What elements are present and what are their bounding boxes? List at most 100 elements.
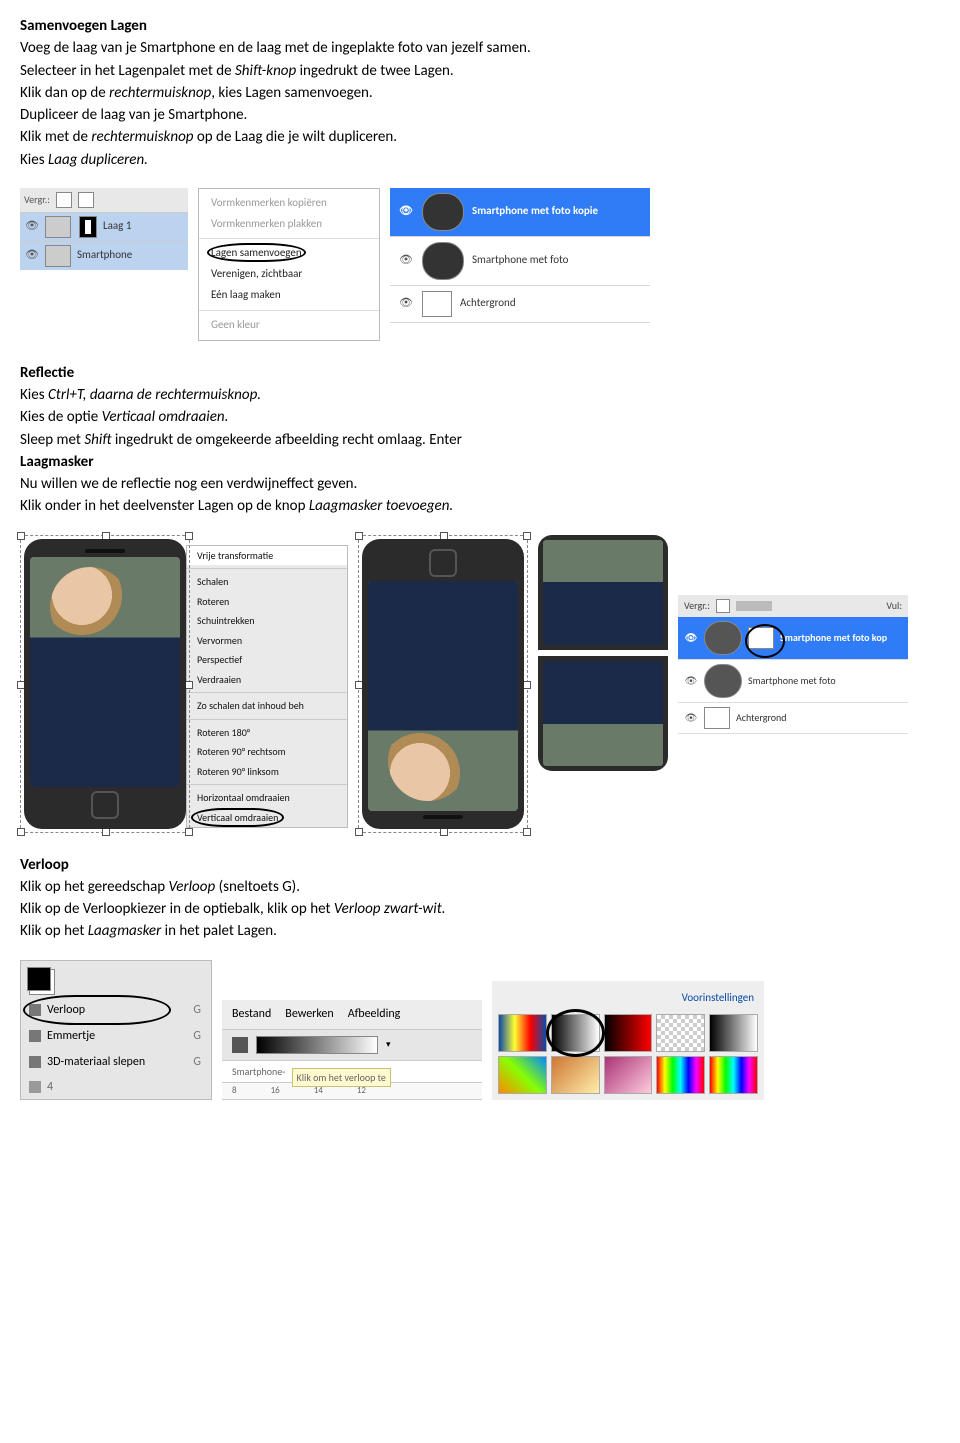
layers-panel-large: 👁 Smartphone met foto kopie 👁 Smartphone… — [390, 188, 650, 323]
eye-icon[interactable]: 👁 — [684, 631, 698, 645]
gradient-swatch[interactable] — [498, 1056, 547, 1094]
text: Klik op het Laagmasker in het palet Lage… — [20, 921, 940, 941]
context-menu-transform: Vrije transformatie Schalen Roteren Schu… — [186, 545, 348, 829]
heading-verloop: Verloop — [20, 855, 940, 875]
text: Kies de optie Verticaal omdraaien. — [20, 407, 940, 427]
text: Selecteer in het Lagenpalet met de Shift… — [20, 61, 940, 81]
layer-thumb — [422, 291, 452, 317]
menu-item[interactable]: Roteren — [187, 592, 347, 612]
shortcut: G — [193, 1002, 201, 1018]
heading-reflectie: Reflectie — [20, 363, 940, 383]
gradient-swatch[interactable] — [551, 1056, 600, 1094]
menu-item[interactable]: Roteren 90° rechtsom — [187, 742, 347, 762]
menu-item[interactable]: Vormkenmerken kopiëren — [199, 193, 379, 214]
eye-icon[interactable]: 👁 — [25, 219, 39, 234]
transform-bounding-box[interactable] — [20, 535, 190, 833]
layer-label: Smartphone met foto kop — [780, 631, 887, 645]
eye-icon[interactable]: 👁 — [398, 253, 414, 268]
tool-bucket[interactable]: Emmertje G — [21, 1023, 211, 1049]
layer-row-kopie[interactable]: 👁 Smartphone met foto kop — [678, 617, 908, 660]
layer-row[interactable]: 👁 Achtergrond — [390, 286, 650, 323]
layer-row[interactable]: 👁 Achtergrond — [678, 703, 908, 734]
transform-bounding-box-flipped[interactable] — [358, 535, 528, 833]
layer-thumb — [704, 621, 742, 655]
menu-item[interactable]: Perspectief — [187, 650, 347, 670]
layer-label: Smartphone met foto — [472, 253, 568, 268]
gradient-swatch[interactable] — [604, 1056, 653, 1094]
tool-gradient[interactable]: Verloop G — [21, 997, 211, 1023]
text: Nu willen we de reflectie nog een verdwi… — [20, 474, 940, 494]
layer-label: Laag 1 — [103, 219, 131, 234]
menu-item[interactable]: Zo schalen dat inhoud beh — [187, 696, 347, 716]
gradient-swatch[interactable] — [709, 1056, 758, 1094]
document-tab[interactable]: Smartphone- — [232, 1065, 285, 1078]
heading-samenvoegen: Samenvoegen Lagen — [20, 16, 940, 36]
menu-afbeelding[interactable]: Afbeelding — [348, 1006, 401, 1022]
checkbox-icon — [78, 192, 94, 208]
menu-item[interactable]: Roteren 180° — [187, 723, 347, 743]
menu-bestand[interactable]: Bestand — [232, 1006, 271, 1022]
menu-item[interactable]: Eén laag maken — [199, 285, 379, 306]
eye-icon[interactable]: 👁 — [25, 248, 39, 263]
layer-row-smartphone[interactable]: 👁 Smartphone — [20, 241, 188, 270]
layer-label: Smartphone met foto — [748, 674, 836, 688]
text: Kies Ctrl+T, daarna de rechtermuisknop. — [20, 385, 940, 405]
menu-bewerken[interactable]: Bewerken — [285, 1006, 333, 1022]
layer-thumb — [422, 193, 464, 231]
layer-row-kopie[interactable]: 👁 Smartphone met foto kopie — [390, 188, 650, 237]
menu-item[interactable]: Verenigen, zichtbaar — [199, 264, 379, 285]
layer-mask-thumb[interactable] — [748, 627, 774, 649]
slider-icon[interactable] — [736, 601, 772, 611]
menu-item[interactable]: Horizontaal omdraaien — [187, 788, 347, 808]
phone-mockup-flipped — [362, 539, 524, 829]
menu-item[interactable]: Vervormen — [187, 631, 347, 651]
layer-label: Achtergrond — [736, 711, 787, 725]
text: Klik onder in het deelvenster Lagen op d… — [20, 496, 940, 516]
tooltip: Klik om het verloop te — [292, 1068, 391, 1087]
text: Voeg de laag van je Smartphone en de laa… — [20, 38, 940, 58]
menu-item[interactable]: Roteren 90° linksom — [187, 762, 347, 782]
tool-below: 4 — [21, 1075, 211, 1099]
gradient-presets-panel: Voorinstellingen — [492, 981, 764, 1100]
tool-3d-material[interactable]: 3D-materiaal slepen G — [21, 1049, 211, 1075]
layer-mask-thumb — [79, 216, 97, 238]
menu-item[interactable]: Schuintrekken — [187, 611, 347, 631]
eye-icon[interactable]: 👁 — [684, 711, 698, 725]
eye-icon[interactable]: 👁 — [684, 674, 698, 688]
gradient-swatch[interactable] — [709, 1014, 758, 1052]
menu-item-flip-vertical[interactable]: Verticaal omdraaien — [187, 808, 347, 828]
eye-icon[interactable]: 👁 — [398, 204, 414, 219]
layer-label: Smartphone met foto kopie — [472, 204, 598, 219]
layer-thumb — [422, 242, 464, 280]
gradient-picker[interactable] — [256, 1036, 378, 1054]
tool-label: Verloop — [47, 1002, 85, 1018]
layers-panel-mask: Vergr.: Vul: 👁 Smartphone met foto kop 👁… — [678, 595, 908, 734]
menu-item-merge-layers[interactable]: Lagen samenvoegen — [199, 243, 379, 264]
menu-item[interactable]: Verdraaien — [187, 670, 347, 690]
text: Klik op het gereedschap Verloop (sneltoe… — [20, 877, 940, 897]
color-swatch-icon[interactable] — [27, 967, 51, 991]
phone-mockup — [24, 539, 186, 829]
menu-item[interactable]: Schalen — [187, 572, 347, 592]
gradient-swatch-black-white[interactable] — [551, 1014, 600, 1052]
gradient-swatch[interactable] — [656, 1056, 705, 1094]
eye-icon[interactable]: 👁 — [398, 296, 414, 311]
menu-item[interactable]: Vrije transformatie — [187, 546, 347, 566]
layer-thumb — [45, 245, 71, 267]
dropdown-arrow-icon[interactable]: ▾ — [386, 1039, 391, 1051]
layer-label: Achtergrond — [460, 296, 516, 311]
gradient-swatch[interactable] — [498, 1014, 547, 1052]
gradient-swatch[interactable] — [604, 1014, 653, 1052]
phone-with-reflection — [538, 535, 668, 771]
panel-title: Voorinstellingen — [498, 987, 758, 1014]
tool-flyout: Verloop G Emmertje G 3D-materiaal slepen… — [20, 960, 212, 1101]
layer-row[interactable]: 👁 Smartphone met foto — [390, 237, 650, 286]
layer-row[interactable]: 👁 Smartphone met foto — [678, 660, 908, 703]
text: Klik met de rechtermuisknop op de Laag d… — [20, 127, 940, 147]
layer-row-laag1[interactable]: 👁 Laag 1 — [20, 212, 188, 241]
menu-item[interactable]: Geen kleur — [199, 315, 379, 336]
menu-item[interactable]: Vormkenmerken plakken — [199, 214, 379, 235]
shortcut: G — [193, 1028, 201, 1044]
text: Sleep met Shift ingedrukt de omgekeerde … — [20, 430, 940, 450]
gradient-swatch[interactable] — [656, 1014, 705, 1052]
